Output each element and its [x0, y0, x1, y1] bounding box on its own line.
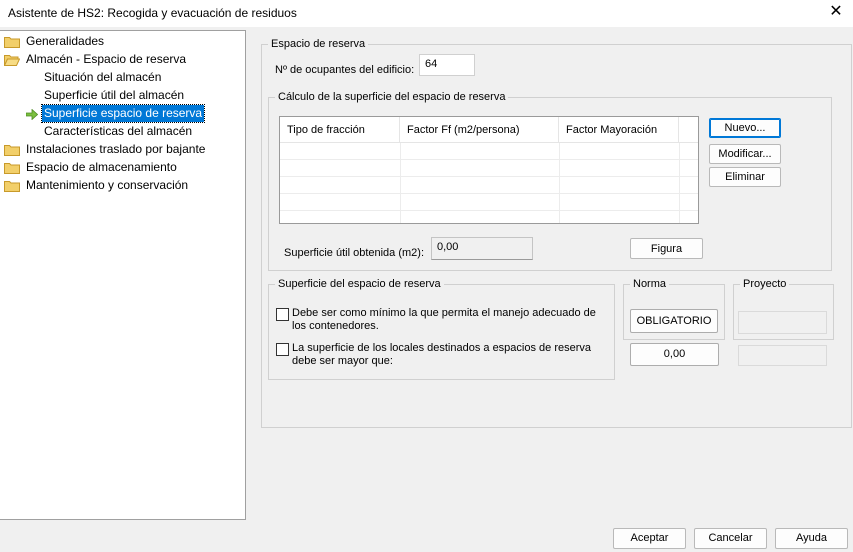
table-row[interactable]: [280, 177, 698, 194]
folder-icon: [4, 180, 20, 192]
norma-group-title: Norma: [630, 277, 670, 291]
window-title: Asistente de HS2: Recogida y evacuación …: [8, 6, 297, 20]
proyecto-group-title: Proyecto: [740, 277, 790, 291]
figure-button[interactable]: Figura: [630, 238, 703, 259]
tree-item-label: Generalidades: [26, 34, 105, 48]
minimum-handling-label: Debe ser como mínimo la que permita el m…: [292, 307, 596, 332]
folder-icon: [4, 162, 20, 174]
greater-than-checkbox[interactable]: [276, 343, 289, 356]
tree-item-almacen[interactable]: Almacén - Espacio de reserva: [4, 51, 244, 68]
fraction-table[interactable]: Tipo de fracción Factor Ff (m2/persona) …: [279, 116, 699, 224]
cancel-button[interactable]: Cancelar: [694, 528, 767, 549]
table-row[interactable]: [280, 160, 698, 177]
title-bar: Asistente de HS2: Recogida y evacuación …: [0, 0, 853, 27]
proyecto-value-field: [738, 311, 827, 334]
column-divider: [679, 143, 680, 223]
accept-button[interactable]: Aceptar: [613, 528, 686, 549]
greater-than-label: La superficie de los locales destinados …: [292, 342, 592, 367]
tree-item-label: Instalaciones traslado por bajante: [26, 142, 206, 156]
proyecto-number-field: [738, 345, 827, 366]
folder-icon: [4, 144, 20, 156]
tree-item-superficie-reserva[interactable]: Superficie espacio de reserva: [25, 104, 226, 123]
tree-item-label: Almacén - Espacio de reserva: [26, 52, 187, 66]
surface-obtained-label: Superficie útil obtenida (m2):: [284, 247, 425, 259]
calculation-group-title: Cálculo de la superficie del espacio de …: [275, 90, 509, 104]
table-row[interactable]: [280, 194, 698, 211]
table-header: Tipo de fracción Factor Ff (m2/persona) …: [280, 117, 698, 143]
help-button[interactable]: Ayuda: [775, 528, 848, 549]
column-header[interactable]: Factor Ff (m2/persona): [400, 117, 559, 143]
column-divider: [400, 143, 401, 223]
delete-button[interactable]: Eliminar: [709, 167, 781, 187]
column-divider: [559, 143, 560, 223]
new-button[interactable]: Nuevo...: [709, 118, 781, 138]
navigation-tree[interactable]: Generalidades Almacén - Espacio de reser…: [0, 30, 246, 520]
norma-value-button[interactable]: 0,00: [630, 343, 719, 366]
obligatorio-button[interactable]: OBLIGATORIO: [630, 309, 718, 333]
tree-item-generalidades[interactable]: Generalidades: [4, 33, 244, 50]
tree-item-instalaciones[interactable]: Instalaciones traslado por bajante: [4, 141, 244, 158]
folder-open-icon: [4, 54, 20, 66]
folder-icon: [4, 36, 20, 48]
column-header[interactable]: Tipo de fracción: [280, 117, 400, 143]
tree-item-label: Características del almacén: [44, 124, 193, 138]
column-header[interactable]: Factor Mayoración: [559, 117, 679, 143]
surface-obtained-field: 0,00: [431, 237, 533, 260]
tree-item-label: Mantenimiento y conservación: [26, 178, 189, 192]
tree-item-label: Espacio de almacenamiento: [26, 160, 177, 174]
table-row[interactable]: [280, 143, 698, 160]
tree-item-label: Superficie útil del almacén: [44, 88, 185, 102]
surface-group-title: Superficie del espacio de reserva: [275, 277, 444, 291]
group-title: Espacio de reserva: [268, 37, 369, 51]
tree-item-espacio-almacenamiento[interactable]: Espacio de almacenamiento: [4, 159, 244, 176]
arrow-right-icon: [25, 108, 39, 121]
occupants-field[interactable]: 64: [419, 54, 475, 76]
occupants-label: Nº de ocupantes del edificio:: [275, 64, 415, 76]
tree-item-mantenimiento[interactable]: Mantenimiento y conservación: [4, 177, 244, 194]
close-icon[interactable]: ✕: [827, 3, 845, 21]
tree-item-label: Situación del almacén: [44, 70, 162, 84]
modify-button[interactable]: Modificar...: [709, 144, 781, 164]
tree-item-label: Superficie espacio de reserva: [40, 104, 206, 123]
minimum-handling-checkbox[interactable]: [276, 308, 289, 321]
